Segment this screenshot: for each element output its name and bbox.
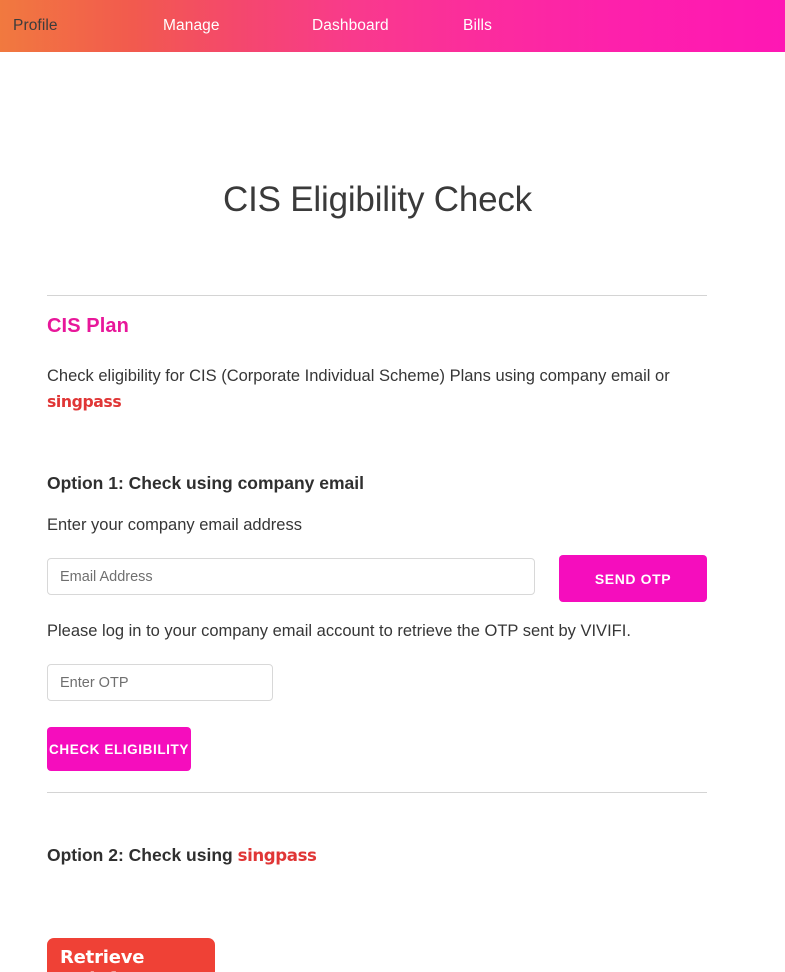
nav-item-profile[interactable]: Profile xyxy=(13,0,58,52)
option2-heading-text: Option 2: Check using xyxy=(47,845,238,865)
send-otp-button[interactable]: SEND OTP xyxy=(559,555,707,602)
divider-top xyxy=(47,295,707,296)
retrieve-myinfo-label: Retrieve Myinfo xyxy=(60,947,145,972)
singpass-wordmark-inline: singpass xyxy=(47,392,122,411)
retrieve-myinfo-button[interactable]: Retrieve Myinfo with singpass xyxy=(47,938,215,972)
option1-heading: Option 1: Check using company email xyxy=(47,473,365,493)
cis-plan-heading: CIS Plan xyxy=(47,315,129,337)
option2-heading: Option 2: Check using singpass xyxy=(47,845,317,866)
divider-middle xyxy=(47,792,707,793)
option1-subtitle: Enter your company email address xyxy=(47,516,302,534)
cis-plan-description: Check eligibility for CIS (Corporate Ind… xyxy=(47,363,697,415)
nav-item-bills[interactable]: Bills xyxy=(463,0,492,52)
check-eligibility-button[interactable]: CHECK ELIGIBILITY xyxy=(47,727,191,771)
singpass-wordmark-option2: singpass xyxy=(237,846,317,865)
nav-item-manage[interactable]: Manage xyxy=(163,0,220,52)
nav-item-dashboard[interactable]: Dashboard xyxy=(312,0,389,52)
otp-input[interactable] xyxy=(47,664,273,701)
otp-instruction-text: Please log in to your company email acco… xyxy=(47,622,631,640)
top-navigation-bar: Profile Manage Dashboard Bills xyxy=(0,0,785,52)
page-title: CIS Eligibility Check xyxy=(223,180,532,219)
page-content: CIS Eligibility Check CIS Plan Check eli… xyxy=(0,52,785,972)
email-input[interactable] xyxy=(47,558,535,595)
cis-plan-description-text: Check eligibility for CIS (Corporate Ind… xyxy=(47,367,670,385)
